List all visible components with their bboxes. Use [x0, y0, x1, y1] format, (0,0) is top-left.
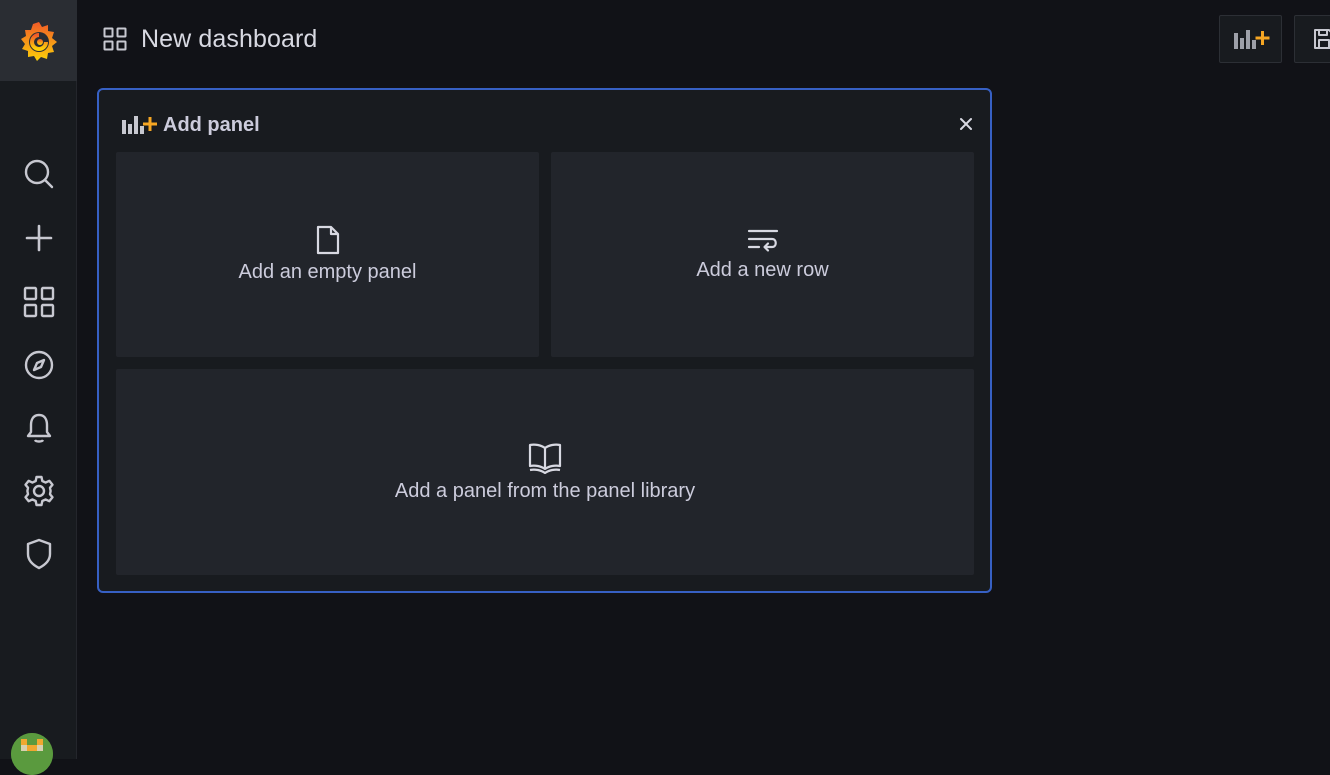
add-new-row-label: Add a new row [696, 259, 829, 281]
add-empty-panel-label: Add an empty panel [238, 261, 417, 283]
grafana-logo-button[interactable] [0, 0, 77, 81]
sidebar [0, 0, 77, 775]
add-library-panel-button[interactable]: Add a panel from the panel library [116, 369, 974, 575]
add-new-row-button[interactable]: Add a new row [551, 152, 974, 357]
sidebar-item-configuration[interactable] [0, 467, 77, 515]
bell-icon [26, 413, 51, 443]
add-empty-panel-button[interactable]: Add an empty panel [116, 152, 539, 357]
panel-add-icon [122, 116, 157, 134]
sidebar-item-create[interactable] [0, 214, 77, 262]
add-panel-title: Add panel [163, 113, 260, 136]
add-panel-button[interactable] [1219, 15, 1282, 63]
gear-icon [23, 475, 54, 507]
sidebar-item-alerting[interactable] [0, 404, 77, 452]
sidebar-item-explore[interactable] [0, 341, 77, 389]
avatar-image [11, 733, 53, 775]
page-title[interactable]: New dashboard [141, 25, 317, 54]
user-avatar[interactable] [11, 733, 53, 775]
add-panel-header: Add panel [121, 112, 260, 138]
file-blank-icon [316, 225, 339, 255]
wrap-text-icon [747, 229, 778, 252]
shield-icon [26, 538, 51, 570]
apps-icon [23, 286, 54, 318]
panel-add-icon [1233, 30, 1269, 49]
close-button[interactable] [956, 114, 976, 134]
compass-icon [24, 350, 53, 380]
add-library-panel-label: Add a panel from the panel library [394, 479, 696, 502]
book-open-icon [528, 443, 562, 474]
save-dashboard-button[interactable] [1294, 15, 1330, 63]
close-icon [960, 118, 972, 130]
sidebar-item-search[interactable] [0, 150, 77, 198]
apps-icon [103, 27, 127, 51]
add-panel-widget: Add panel Add an empty panel Add a new r… [97, 88, 992, 593]
sidebar-item-dashboards[interactable] [0, 278, 77, 326]
sidebar-item-server-admin[interactable] [0, 530, 77, 578]
grafana-logo-icon [20, 21, 57, 61]
dashboard-title-bar: New dashboard [103, 22, 317, 56]
search-icon [24, 159, 53, 189]
plus-icon [25, 224, 52, 252]
save-icon [1314, 29, 1330, 49]
